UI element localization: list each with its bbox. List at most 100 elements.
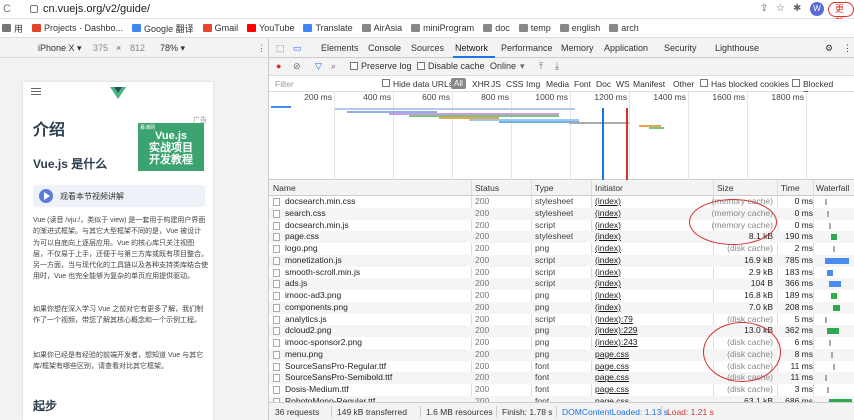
col-time[interactable]: Time — [781, 183, 800, 193]
filter-type-media[interactable]: Media — [546, 79, 569, 89]
request-row[interactable]: logo.png 200 png (index) (disk cache) 2 ms — [269, 243, 854, 255]
tab-lighthouse[interactable]: Lighthouse — [715, 43, 759, 53]
request-initiator[interactable]: (index) — [595, 255, 621, 267]
filter-input[interactable]: Filter — [275, 79, 294, 89]
bookmark-item[interactable]: YouTube — [247, 23, 294, 33]
request-row[interactable]: imooc-ad3.png 200 png (index) 16.8 kB 189 ms — [269, 290, 854, 302]
lock-icon[interactable] — [30, 5, 38, 13]
filter-type-css[interactable]: CSS — [506, 79, 523, 89]
col-name[interactable]: Name — [273, 183, 296, 193]
col-initiator[interactable]: Initiator — [595, 183, 623, 193]
device-height-input[interactable]: 812 — [130, 43, 145, 53]
request-row[interactable]: Dosis-Medium.ttf 200 font page.css (disk cac… — [269, 384, 854, 396]
filter-type-manifest[interactable]: Manifest — [633, 79, 665, 89]
tab-memory[interactable]: Memory — [561, 43, 594, 53]
request-initiator[interactable]: page.css — [595, 372, 629, 384]
search-icon[interactable]: ⌕ — [331, 61, 336, 72]
request-row[interactable]: ads.js 200 script (index) 104 B 366 ms — [269, 278, 854, 290]
col-size[interactable]: Size — [717, 183, 734, 193]
clear-icon[interactable]: ⊘ — [293, 61, 301, 72]
bookmark-item[interactable]: Google 翻译 — [132, 22, 194, 35]
tab-elements[interactable]: Elements — [321, 43, 359, 53]
request-initiator[interactable]: page.css — [595, 349, 629, 361]
disable-cache-checkbox[interactable] — [417, 62, 425, 70]
filter-type-font[interactable]: Font — [574, 79, 591, 89]
video-link[interactable]: 观看本节视频讲解 — [33, 185, 205, 207]
star-icon[interactable]: ☆ — [776, 3, 785, 14]
bookmark-item[interactable]: temp — [518, 23, 551, 33]
request-initiator[interactable]: (index) — [595, 243, 621, 255]
menu-icon[interactable] — [31, 88, 41, 95]
zoom-select[interactable]: 78% ▾ — [160, 43, 185, 54]
request-initiator[interactable]: (index) — [595, 290, 621, 302]
tab-security[interactable]: Security — [664, 43, 697, 53]
tab-application[interactable]: Application — [604, 43, 648, 53]
bookmark-item[interactable]: Projects · Dashbo... — [32, 23, 123, 33]
share-icon[interactable]: ⇪ — [760, 3, 768, 14]
bookmark-item[interactable]: english — [559, 23, 600, 33]
tab-network[interactable]: Network — [455, 43, 488, 53]
bookmark-item[interactable]: 用 — [2, 22, 23, 35]
filter-type-doc[interactable]: Doc — [596, 79, 611, 89]
request-initiator[interactable]: (index) — [595, 278, 621, 290]
request-initiator[interactable]: (index) — [595, 208, 621, 220]
import-icon[interactable]: ⤒ — [539, 61, 543, 72]
filter-type-js[interactable]: JS — [491, 79, 501, 89]
bookmark-item[interactable]: arch — [609, 23, 639, 33]
url-field[interactable]: cn.vuejs.org/v2/guide/ — [43, 3, 150, 15]
export-icon[interactable]: ⤓ — [555, 61, 559, 72]
request-initiator[interactable]: (index) — [595, 302, 621, 314]
request-row[interactable]: analytics.js 200 script (index):79 (disk cac… — [269, 314, 854, 326]
more-icon[interactable]: ⋮ — [843, 43, 852, 54]
update-button[interactable]: 更新 — [828, 2, 854, 27]
filter-type-all[interactable]: All — [451, 78, 466, 89]
device-width-input[interactable]: 375 — [93, 43, 108, 53]
inspect-icon[interactable]: ⬚ — [276, 43, 285, 54]
col-waterfall[interactable]: Waterfall — [816, 183, 849, 193]
filter-type-img[interactable]: Img — [526, 79, 540, 89]
request-initiator[interactable]: (index):243 — [595, 337, 638, 349]
more-options-icon[interactable]: ⋮ — [257, 43, 266, 54]
bookmark-item[interactable]: Gmail — [202, 23, 238, 33]
request-initiator[interactable]: (index) — [595, 267, 621, 279]
reload-icon[interactable]: C — [3, 3, 11, 15]
col-status[interactable]: Status — [475, 183, 499, 193]
blocked-requests-checkbox[interactable] — [792, 79, 800, 87]
ad-banner[interactable]: 慕课网 Vue.js 实战项目 开发教程 — [138, 123, 204, 171]
request-row[interactable]: components.png 200 png (index) 7.0 kB 208 ms — [269, 301, 854, 314]
settings-gear-icon[interactable]: ⚙ — [825, 43, 833, 54]
bookmark-item[interactable]: Translate — [303, 23, 353, 33]
request-initiator[interactable]: (index) — [595, 220, 621, 232]
blocked-cookies-checkbox[interactable] — [700, 79, 708, 87]
tab-performance[interactable]: Performance — [501, 43, 553, 53]
record-icon[interactable]: ● — [276, 61, 281, 71]
device-select[interactable]: iPhone X ▾ — [38, 43, 82, 54]
vue-logo-icon[interactable] — [110, 87, 126, 99]
extension-icon[interactable]: ✱ — [793, 3, 801, 14]
filter-icon[interactable]: ▽ — [315, 61, 322, 72]
bookmark-item[interactable]: AirAsia — [361, 23, 402, 33]
filter-type-xhr[interactable]: XHR — [472, 79, 490, 89]
hide-data-urls-checkbox[interactable] — [382, 79, 390, 87]
request-initiator[interactable]: (index):229 — [595, 325, 638, 337]
tab-console[interactable]: Console — [368, 43, 401, 53]
filter-type-other[interactable]: Other — [673, 79, 694, 89]
request-initiator[interactable]: (index) — [595, 196, 621, 208]
col-type[interactable]: Type — [535, 183, 553, 193]
bookmark-item[interactable]: miniProgram — [411, 23, 474, 33]
request-initiator[interactable]: (index) — [595, 231, 621, 243]
request-initiator[interactable]: (index):79 — [595, 314, 633, 326]
throttle-dropdown-icon[interactable]: ▾ — [520, 61, 525, 72]
preserve-log-checkbox[interactable] — [350, 62, 358, 70]
filter-type-ws[interactable]: WS — [616, 79, 630, 89]
request-row[interactable]: smooth-scroll.min.js 200 script (index) 2.9 … — [269, 267, 854, 279]
timeline-overview[interactable]: 200 ms 400 ms 600 ms 800 ms 1000 ms 1200… — [269, 92, 854, 180]
device-toggle-icon[interactable]: ▭ — [293, 43, 302, 54]
request-initiator[interactable]: page.css — [595, 384, 629, 396]
request-row[interactable]: monetization.js 200 script (index) 16.9 kB 78… — [269, 254, 854, 267]
throttle-select[interactable]: Online — [490, 61, 516, 71]
tab-sources[interactable]: Sources — [411, 43, 444, 53]
bookmark-item[interactable]: doc — [483, 23, 510, 33]
request-initiator[interactable]: page.css — [595, 361, 629, 373]
avatar[interactable]: W — [810, 2, 824, 16]
